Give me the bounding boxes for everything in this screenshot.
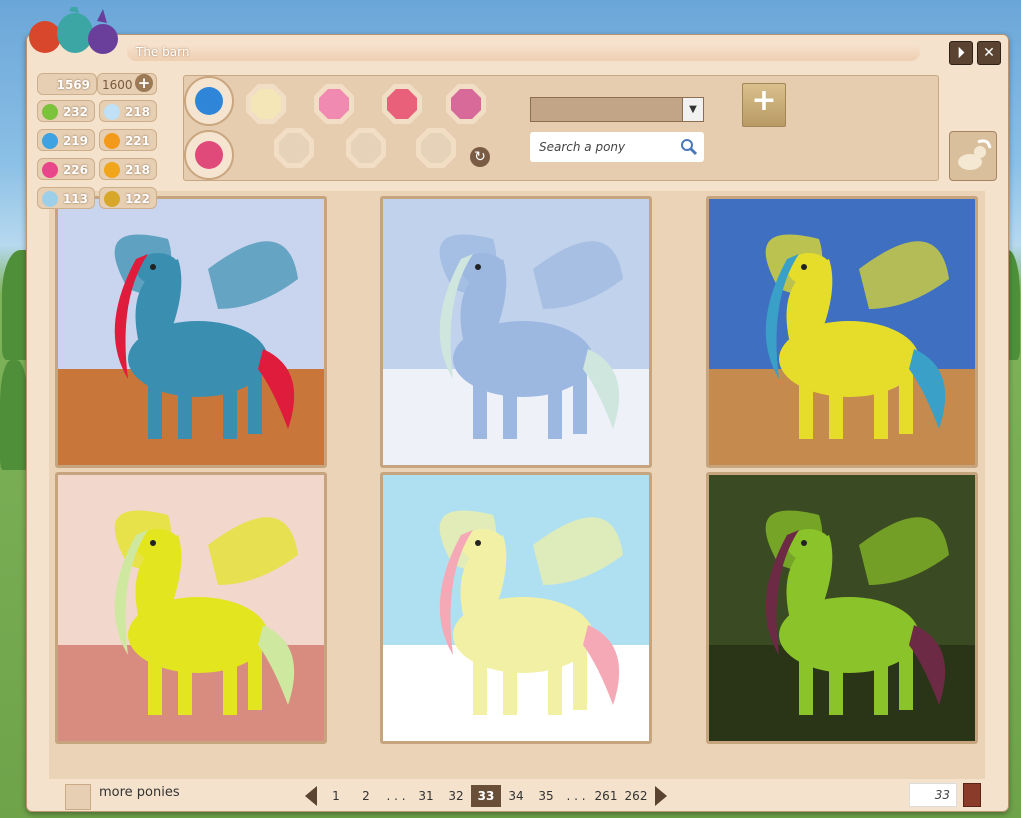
heart-icon	[42, 162, 58, 178]
page-link-1[interactable]: 1	[321, 785, 351, 807]
page-link-32[interactable]: 32	[441, 785, 471, 807]
stat-value: 219	[62, 134, 88, 148]
horse-points-value: 1569	[56, 78, 90, 92]
trophy-icon	[104, 191, 120, 207]
pony-portrait-image	[58, 475, 324, 741]
minimize-button[interactable]: ⏵	[949, 41, 973, 65]
page-link-31[interactable]: 31	[411, 785, 441, 807]
pony-card-4[interactable]	[55, 472, 327, 744]
filter-species[interactable]	[246, 84, 286, 124]
stat-heart: 226	[37, 158, 95, 180]
horse-points-max-value: 1600	[102, 78, 133, 92]
barn-window: The barn ⏵ ✕ 1569 1600 + ↻ ▼ Search a po…	[26, 7, 1009, 812]
filter-trophy[interactable]	[346, 128, 386, 168]
stat-value: 218	[124, 105, 150, 119]
stat-value: 113	[62, 192, 88, 206]
background-tree	[0, 360, 28, 470]
folder-dropdown[interactable]: ▼	[530, 97, 704, 122]
pony-card-5[interactable]	[380, 472, 652, 744]
folder-icon	[195, 87, 223, 115]
next-page-arrow-icon[interactable]	[655, 786, 667, 806]
game-logo-icon	[29, 7, 118, 54]
gender-icon	[319, 89, 349, 119]
chevron-down-icon: ▼	[682, 98, 703, 121]
page-number-input[interactable]: 33	[909, 783, 957, 807]
filter-gender[interactable]	[314, 84, 354, 124]
refresh-button[interactable]: ↻	[470, 147, 490, 167]
filter-eye[interactable]	[416, 128, 456, 168]
search-placeholder: Search a pony	[539, 140, 626, 154]
more-ponies-label: more ponies	[99, 785, 180, 800]
stat-apple: 232	[37, 100, 95, 122]
apple-icon	[42, 104, 58, 120]
search-icon	[681, 139, 698, 156]
page-link-261[interactable]: 261	[591, 785, 621, 807]
pony-portrait-image	[58, 199, 324, 465]
stat-feather: 113	[37, 187, 95, 209]
stat-value: 218	[124, 163, 150, 177]
unicorn-icon	[279, 133, 309, 163]
pony-card-3[interactable]	[706, 196, 978, 468]
tab-favorites[interactable]	[184, 130, 234, 180]
page-link-262[interactable]: 262	[621, 785, 651, 807]
pony-arrow-icon	[958, 139, 992, 170]
stat-value: 232	[62, 105, 88, 119]
pony-card-6[interactable]	[706, 472, 978, 744]
plus-icon: +	[137, 74, 151, 92]
page-link-2[interactable]: 2	[351, 785, 381, 807]
pony-portrait-image	[709, 475, 975, 741]
add-points-button[interactable]: +	[135, 74, 153, 92]
stat-horseshoe-blue: 219	[37, 129, 95, 151]
close-button[interactable]: ✕	[977, 41, 1001, 65]
go-page-button[interactable]	[963, 783, 981, 807]
filter-unicorn[interactable]	[274, 128, 314, 168]
pony-portrait-image	[709, 199, 975, 465]
page-link-35[interactable]: 35	[531, 785, 561, 807]
page-ellipsis: . . .	[386, 789, 406, 803]
close-icon: ✕	[983, 45, 995, 61]
stat-value: 226	[62, 163, 88, 177]
pony-portrait-image	[383, 199, 649, 465]
filter-breeding[interactable]	[382, 84, 422, 124]
feather-icon	[42, 191, 58, 207]
stat-value: 122	[124, 192, 150, 206]
stat-trophy: 122	[99, 187, 157, 209]
page-link-33[interactable]: 33	[471, 785, 501, 807]
age-icon	[451, 89, 481, 119]
breeding-icon	[387, 89, 417, 119]
refresh-icon: ↻	[474, 149, 486, 165]
flame-icon	[104, 133, 120, 149]
cloud-icon	[104, 104, 120, 120]
pony-grid	[49, 191, 985, 779]
star-icon	[195, 141, 223, 169]
barn-toolbar: ↻ ▼ Search a pony +	[183, 75, 939, 181]
pony-card-1[interactable]	[55, 196, 327, 468]
export-pony-button[interactable]	[949, 131, 997, 181]
eye-icon	[421, 133, 451, 163]
stat-flame: 221	[99, 129, 157, 151]
search-input[interactable]: Search a pony	[530, 132, 704, 162]
trophy-icon	[351, 133, 381, 163]
prev-page-arrow-icon[interactable]	[305, 786, 317, 806]
page-link-34[interactable]: 34	[501, 785, 531, 807]
page-ellipsis: . . .	[566, 789, 586, 803]
window-title: The barn	[127, 43, 920, 61]
stat-paw: 218	[99, 158, 157, 180]
paw-icon	[104, 162, 120, 178]
horseshoe-blue-icon	[42, 133, 58, 149]
species-icon	[251, 89, 281, 119]
pony-portrait-image	[383, 475, 649, 741]
tab-folders[interactable]	[184, 76, 234, 126]
pagination: 12 . . . 31 32 33 34 35 . . . 261 262	[301, 785, 671, 807]
pony-card-2[interactable]	[380, 196, 652, 468]
collapse-icon: ⏵	[957, 45, 965, 61]
plus-icon: +	[751, 83, 777, 118]
more-ponies-checkbox[interactable]	[65, 784, 91, 810]
add-folder-button[interactable]: +	[742, 83, 786, 127]
stat-value: 221	[124, 134, 150, 148]
filter-age[interactable]	[446, 84, 486, 124]
stat-cloud: 218	[99, 100, 157, 122]
horse-points: 1569	[37, 73, 97, 95]
